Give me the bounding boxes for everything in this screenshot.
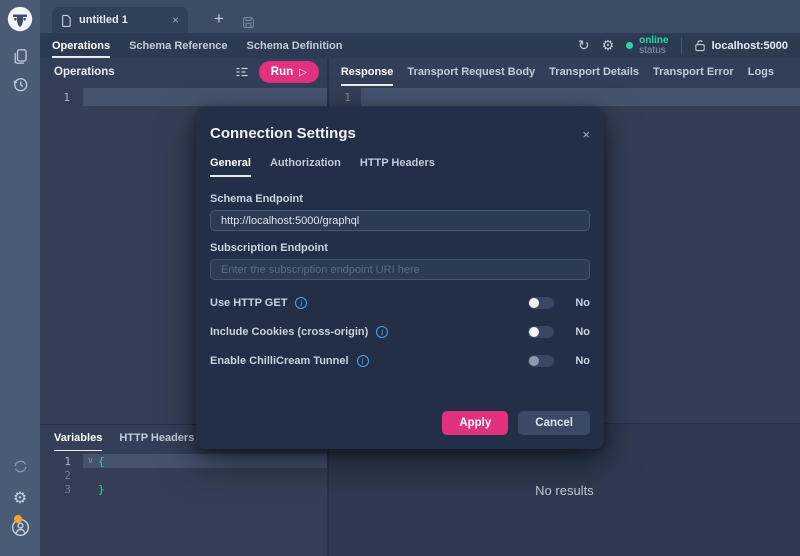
operations-pane-header: Operations Run ▷ xyxy=(40,58,327,86)
editor-line: 3 } xyxy=(40,482,327,496)
fold-chevron-icon[interactable]: ∨ xyxy=(83,456,98,466)
online-dot-icon xyxy=(626,42,633,49)
sync-icon[interactable] xyxy=(0,458,40,475)
document-tab[interactable]: untitled 1 × xyxy=(52,7,188,33)
schema-endpoint-input[interactable] xyxy=(210,210,590,231)
icon-sidebar: ⚙ xyxy=(0,0,40,556)
operations-pane-title: Operations xyxy=(54,66,115,78)
response-pane-header: Response Transport Request Body Transpor… xyxy=(329,58,800,86)
status-text: status xyxy=(639,46,668,56)
line-number: 1 xyxy=(40,455,83,468)
play-icon: ▷ xyxy=(299,67,307,78)
tab-response[interactable]: Response xyxy=(341,58,394,86)
cancel-button[interactable]: Cancel xyxy=(518,411,590,435)
tab-schema-definition[interactable]: Schema Definition xyxy=(247,33,343,58)
apply-button[interactable]: Apply xyxy=(442,411,508,435)
toggle-state: No xyxy=(562,297,590,309)
line-number: 1 xyxy=(329,91,361,104)
tab-transport-request-body[interactable]: Transport Request Body xyxy=(407,58,535,86)
format-document-icon[interactable] xyxy=(235,65,249,79)
connection-status: online status xyxy=(626,36,668,56)
chillicream-tunnel-row: Enable ChilliCream Tunnel i No xyxy=(210,355,590,367)
tab-schema-reference[interactable]: Schema Reference xyxy=(129,33,227,58)
dialog-tab-http-headers[interactable]: HTTP Headers xyxy=(360,157,435,177)
subscription-endpoint-label: Subscription Endpoint xyxy=(210,242,590,254)
documents-icon[interactable] xyxy=(0,48,40,65)
code-content: } xyxy=(98,482,327,496)
connection-settings-dialog: Connection Settings × General Authorizat… xyxy=(196,107,604,449)
run-label: Run xyxy=(271,66,293,78)
info-icon[interactable]: i xyxy=(295,297,307,309)
tab-variables[interactable]: Variables xyxy=(54,425,102,452)
divider xyxy=(681,38,682,54)
use-http-get-label: Use HTTP GET xyxy=(210,297,287,309)
editor-line: 1 ∨ { xyxy=(40,454,327,468)
endpoint-host[interactable]: localhost:5000 xyxy=(694,39,788,52)
online-text: online xyxy=(639,36,668,46)
editor-line: 1 xyxy=(40,88,327,106)
schema-endpoint-label: Schema Endpoint xyxy=(210,193,590,205)
new-tab-button[interactable]: + xyxy=(214,10,224,27)
run-button[interactable]: Run ▷ xyxy=(259,61,319,83)
tab-close-icon[interactable]: × xyxy=(172,13,179,27)
tab-logs[interactable]: Logs xyxy=(748,58,774,86)
settings-gear-icon[interactable]: ⚙ xyxy=(0,488,40,507)
code-content xyxy=(361,88,800,106)
code-content: { xyxy=(98,454,327,468)
code-content xyxy=(83,88,327,106)
unlock-icon xyxy=(694,39,706,52)
document-tabstrip: untitled 1 × + xyxy=(40,0,800,33)
dialog-tab-general[interactable]: General xyxy=(210,157,251,177)
tab-http-headers[interactable]: HTTP Headers xyxy=(119,425,194,452)
no-results-text: No results xyxy=(535,483,594,498)
toggle-state: No xyxy=(562,355,590,367)
include-cookies-label: Include Cookies (cross-origin) xyxy=(210,326,368,338)
chillicream-tunnel-label: Enable ChilliCream Tunnel xyxy=(210,355,349,367)
tab-operations[interactable]: Operations xyxy=(52,33,110,58)
history-icon[interactable] xyxy=(0,76,40,93)
subscription-endpoint-input[interactable] xyxy=(210,259,590,280)
app-logo-icon[interactable] xyxy=(7,6,33,32)
host-label: localhost:5000 xyxy=(712,40,788,52)
variables-editor[interactable]: 1 ∨ { 2 3 } xyxy=(40,451,327,556)
account-icon[interactable] xyxy=(0,518,40,537)
main-navbar: Operations Schema Reference Schema Defin… xyxy=(40,33,800,58)
line-number: 1 xyxy=(40,91,83,104)
dialog-tabs: General Authorization HTTP Headers xyxy=(210,157,590,177)
include-cookies-toggle[interactable] xyxy=(528,326,554,338)
dialog-tab-authorization[interactable]: Authorization xyxy=(270,157,341,177)
refresh-icon[interactable]: ↻ xyxy=(578,39,590,53)
info-icon[interactable]: i xyxy=(357,355,369,367)
line-number: 3 xyxy=(40,483,83,496)
connection-settings-gear-icon[interactable]: ⚙ xyxy=(602,39,615,53)
tab-transport-error[interactable]: Transport Error xyxy=(653,58,734,86)
banana-cake-pop-app: ⚙ untitled 1 × + xyxy=(0,0,800,556)
notification-badge xyxy=(14,515,22,523)
editor-line: 1 xyxy=(329,88,800,106)
include-cookies-row: Include Cookies (cross-origin) i No xyxy=(210,326,590,338)
editor-line: 2 xyxy=(40,468,327,482)
document-tab-label: untitled 1 xyxy=(79,14,128,26)
document-icon xyxy=(61,14,72,27)
code-content xyxy=(98,468,327,482)
use-http-get-row: Use HTTP GET i No xyxy=(210,297,590,309)
tab-transport-details[interactable]: Transport Details xyxy=(549,58,639,86)
save-icon[interactable] xyxy=(242,16,255,29)
toggle-state: No xyxy=(562,326,590,338)
dialog-title: Connection Settings xyxy=(210,125,356,142)
info-icon[interactable]: i xyxy=(376,326,388,338)
dialog-close-icon[interactable]: × xyxy=(582,127,590,142)
chillicream-tunnel-toggle[interactable] xyxy=(528,355,554,367)
line-number: 2 xyxy=(40,469,83,482)
use-http-get-toggle[interactable] xyxy=(528,297,554,309)
